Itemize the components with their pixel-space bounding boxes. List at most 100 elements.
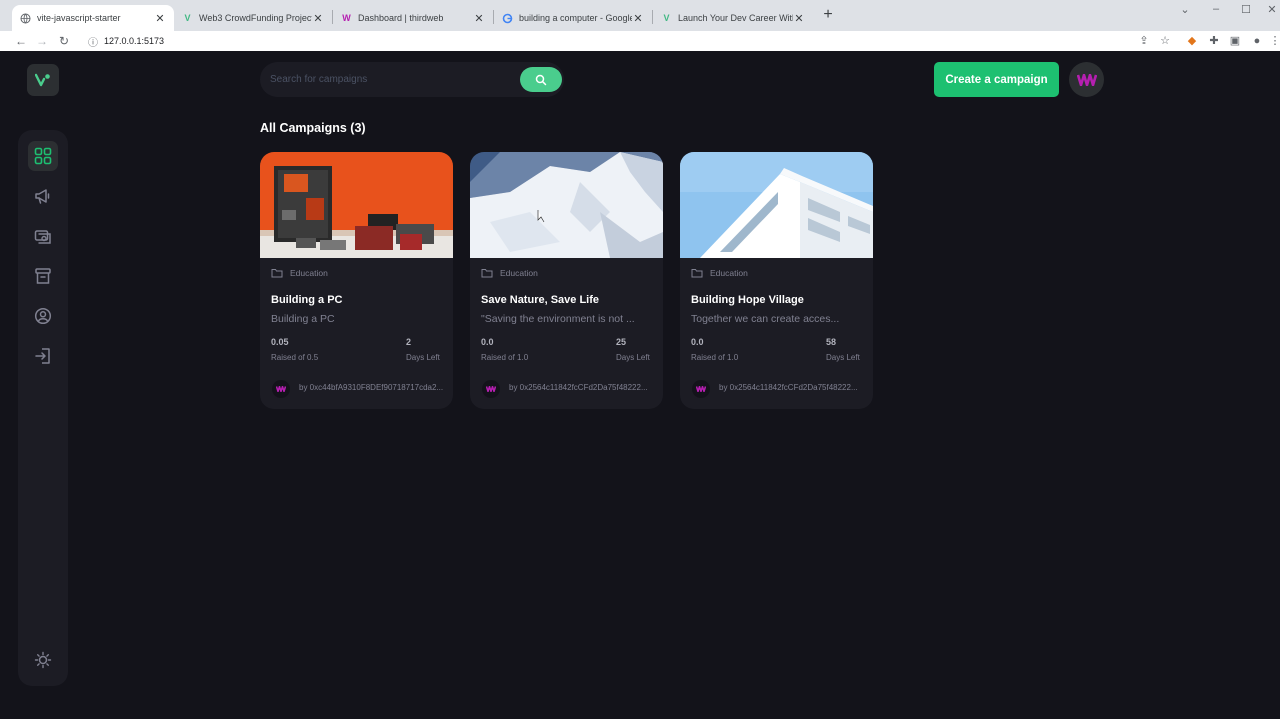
search-input[interactable] bbox=[270, 70, 510, 88]
thirdweb-logo-icon: W bbox=[342, 13, 351, 23]
dashboard-icon bbox=[34, 147, 52, 165]
owner-avatar bbox=[482, 380, 500, 398]
target-label: Raised of 1.0 bbox=[481, 353, 529, 362]
browser-menu-icon[interactable]: ⋮ bbox=[1268, 34, 1280, 48]
owner-avatar bbox=[272, 380, 290, 398]
new-tab-icon[interactable]: + bbox=[820, 7, 836, 23]
category-row: Education bbox=[481, 268, 538, 278]
browser-tab-1[interactable]: vite-javascript-starter ✕ bbox=[12, 5, 174, 31]
search-button[interactable] bbox=[520, 67, 562, 92]
close-tab-icon[interactable]: ✕ bbox=[632, 12, 644, 25]
campaign-description: Building a PC bbox=[271, 313, 335, 325]
logout-icon bbox=[35, 348, 50, 364]
campaign-card[interactable]: Education Building Hope Village Together… bbox=[680, 152, 873, 409]
campaign-title: Save Nature, Save Life bbox=[481, 294, 600, 306]
browser-tab-title: Dashboard | thirdweb bbox=[358, 13, 444, 23]
campaign-description: Together we can create acces... bbox=[691, 313, 840, 325]
close-window-icon[interactable]: ✕ bbox=[1264, 3, 1280, 16]
thirdweb-logo-icon bbox=[486, 386, 496, 392]
share-icon[interactable]: ⇪ bbox=[1137, 34, 1151, 48]
category-label: Education bbox=[290, 268, 328, 278]
sidebar-item-profile[interactable] bbox=[28, 301, 58, 331]
campaign-description: "Saving the environment is not ... bbox=[481, 313, 635, 325]
category-row: Education bbox=[691, 268, 748, 278]
browser-tab-title: Web3 CrowdFunding Project bbox=[199, 13, 312, 23]
thirdweb-logo-icon bbox=[1076, 73, 1097, 86]
sidebar-item-payment[interactable] bbox=[28, 221, 58, 251]
google-logo-icon bbox=[502, 13, 513, 24]
campaign-card[interactable]: Education Building a PC Building a PC 0.… bbox=[260, 152, 453, 409]
browser-tab-title: building a computer - Google Se bbox=[519, 13, 632, 23]
browser-tab-3[interactable]: W Dashboard | thirdweb ✕ bbox=[333, 5, 493, 31]
browser-tab-4[interactable]: building a computer - Google Se ✕ bbox=[494, 5, 652, 31]
campaign-title: Building Hope Village bbox=[691, 294, 804, 306]
days-left-label: Days Left bbox=[406, 353, 440, 362]
browser-tabstrip: vite-javascript-starter ✕ V Web3 CrowdFu… bbox=[0, 0, 1280, 31]
amount-raised: 0.0 bbox=[691, 337, 704, 347]
campaign-title: Building a PC bbox=[271, 294, 343, 306]
metamask-icon[interactable]: ◆ bbox=[1185, 34, 1199, 48]
bookmark-star-icon[interactable]: ☆ bbox=[1158, 34, 1172, 48]
profile-avatar[interactable] bbox=[1069, 62, 1104, 97]
days-left-value: 2 bbox=[406, 337, 412, 347]
category-row: Education bbox=[271, 268, 328, 278]
category-label: Education bbox=[710, 268, 748, 278]
close-tab-icon[interactable]: ✕ bbox=[312, 12, 324, 25]
browser-tab-5[interactable]: V Launch Your Dev Career With Pr ✕ bbox=[653, 5, 813, 31]
withdraw-icon bbox=[35, 268, 51, 284]
owner-address: by 0xc44bfA9310F8DEf90718717cda2... bbox=[299, 383, 444, 392]
campaign-card[interactable]: Education Save Nature, Save Life "Saving… bbox=[470, 152, 663, 409]
folder-icon bbox=[691, 269, 703, 278]
campaign-image bbox=[680, 152, 873, 258]
campaign-image bbox=[470, 152, 663, 258]
globe-icon bbox=[20, 13, 31, 24]
address-bar[interactable]: ⓘ 127.0.0.1:5173 bbox=[80, 32, 1180, 50]
minimize-icon[interactable]: – bbox=[1208, 3, 1224, 15]
folder-icon bbox=[481, 269, 493, 278]
browser-tab-title: vite-javascript-starter bbox=[37, 13, 121, 23]
thirdweb-logo-icon bbox=[696, 386, 706, 392]
sidebar bbox=[18, 130, 68, 686]
payment-icon bbox=[34, 230, 51, 244]
sidebar-item-withdraw[interactable] bbox=[28, 261, 58, 291]
owner-address: by 0x2564c11842fcCFd2Da75f48222... bbox=[509, 383, 648, 392]
sidebar-item-dashboard[interactable] bbox=[28, 141, 58, 171]
search-icon bbox=[535, 74, 547, 85]
back-icon[interactable]: ← bbox=[13, 33, 29, 49]
extensions-icon[interactable]: ✚ bbox=[1207, 34, 1221, 48]
close-tab-icon[interactable]: ✕ bbox=[793, 12, 805, 25]
theme-toggle[interactable] bbox=[28, 645, 58, 675]
logo-icon bbox=[35, 73, 50, 87]
thirdweb-logo-icon bbox=[276, 386, 286, 392]
sidebar-item-logout[interactable] bbox=[28, 341, 58, 371]
amount-raised: 0.05 bbox=[271, 337, 289, 347]
close-tab-icon[interactable]: ✕ bbox=[473, 12, 485, 25]
search-bar bbox=[260, 62, 564, 97]
owner-address: by 0x2564c11842fcCFd2Da75f48222... bbox=[719, 383, 858, 392]
reload-icon[interactable]: ↻ bbox=[56, 33, 72, 49]
profile-icon bbox=[34, 307, 52, 325]
side-panel-icon[interactable]: ▣ bbox=[1228, 34, 1242, 48]
create-campaign-button[interactable]: Create a campaign bbox=[934, 62, 1059, 97]
app-logo[interactable] bbox=[27, 64, 59, 96]
days-left-label: Days Left bbox=[826, 353, 860, 362]
maximize-icon[interactable]: ☐ bbox=[1238, 3, 1254, 16]
close-tab-icon[interactable]: ✕ bbox=[154, 12, 166, 25]
tab-search-icon[interactable]: ⌄ bbox=[1177, 3, 1193, 16]
url-text: 127.0.0.1:5173 bbox=[104, 36, 165, 46]
days-left-label: Days Left bbox=[616, 353, 650, 362]
forward-icon[interactable]: → bbox=[34, 33, 50, 49]
category-label: Education bbox=[500, 268, 538, 278]
days-left-value: 25 bbox=[616, 337, 627, 347]
browser-tab-title: Launch Your Dev Career With Pr bbox=[678, 13, 793, 23]
site-info-icon[interactable]: ⓘ bbox=[88, 34, 98, 49]
sidebar-item-campaign[interactable] bbox=[28, 181, 58, 211]
folder-icon bbox=[271, 269, 283, 278]
days-left-value: 58 bbox=[826, 337, 837, 347]
sun-icon bbox=[34, 651, 52, 669]
browser-tab-2[interactable]: V Web3 CrowdFunding Project ✕ bbox=[174, 5, 332, 31]
target-label: Raised of 1.0 bbox=[691, 353, 739, 362]
target-label: Raised of 0.5 bbox=[271, 353, 319, 362]
profile-browser-icon[interactable]: ● bbox=[1250, 34, 1264, 48]
browser-toolbar: ← → ↻ ⓘ 127.0.0.1:5173 ⇪ ☆ ◆ ✚ ▣ ● ⋮ bbox=[0, 31, 1280, 51]
